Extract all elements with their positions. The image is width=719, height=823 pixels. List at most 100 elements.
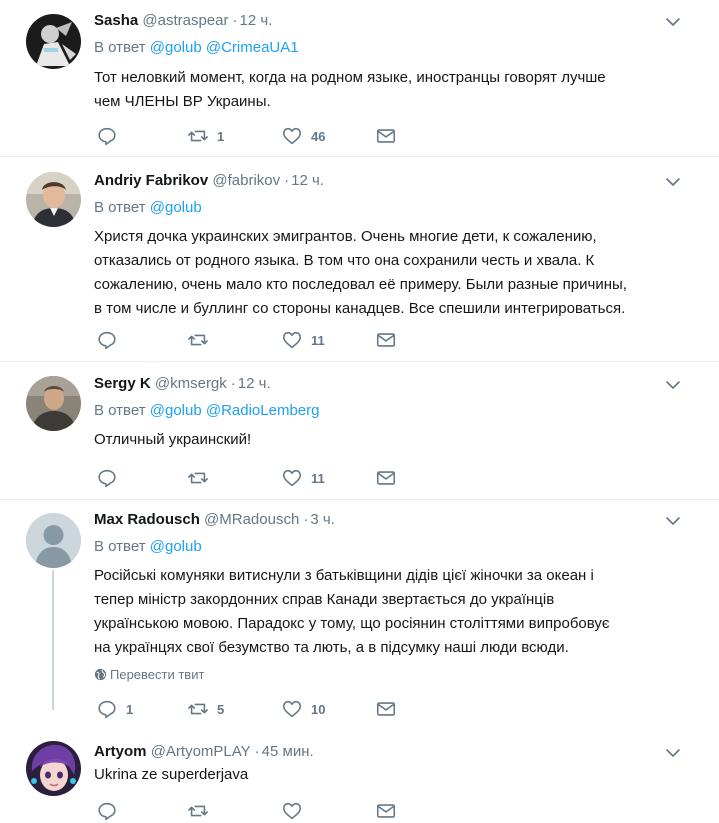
like-count: 11 bbox=[311, 332, 325, 348]
separator-dot: · bbox=[284, 172, 290, 189]
retweet-icon bbox=[188, 703, 208, 715]
mention-link[interactable]: @CrimeaUA1 bbox=[206, 39, 299, 56]
like-button[interactable]: 10 bbox=[281, 697, 325, 721]
separator-dot: · bbox=[230, 375, 236, 392]
separator-dot: · bbox=[232, 12, 238, 29]
tweet-actions bbox=[94, 799, 434, 823]
tweet-artyom[interactable]: Artyom @ArtyomPLAY · 45 мин. Ukrina ze sup… bbox=[0, 735, 719, 821]
avatar[interactable] bbox=[26, 741, 81, 796]
reply-icon bbox=[98, 331, 116, 350]
tweet-text-line: Російські комуняки витиснули з батьківщи… bbox=[94, 567, 594, 584]
tweet-text-line: українською мовою. Парадокс у тому, що р… bbox=[94, 615, 610, 632]
tweet-text-line: Тот неловкий момент, когда на родном язы… bbox=[94, 69, 606, 86]
mention-link[interactable]: @golub bbox=[150, 538, 202, 555]
reply-button[interactable]: 1 bbox=[96, 697, 133, 721]
retweet-button[interactable]: 1 bbox=[187, 124, 224, 148]
reply-button[interactable] bbox=[96, 124, 126, 148]
author-name[interactable]: Sasha bbox=[94, 12, 138, 29]
heart-icon bbox=[282, 469, 302, 487]
translate-label: Перевести твит bbox=[110, 667, 205, 682]
direct-message-button[interactable] bbox=[375, 697, 397, 721]
direct-message-button[interactable] bbox=[375, 466, 397, 490]
author-name[interactable]: Max Radousch bbox=[94, 511, 200, 528]
avatar[interactable] bbox=[26, 14, 81, 69]
like-button[interactable]: 46 bbox=[281, 124, 325, 148]
mention-link[interactable]: @golub bbox=[150, 402, 202, 419]
like-count: 46 bbox=[311, 128, 326, 144]
direct-message-button[interactable] bbox=[375, 124, 397, 148]
chevron-down-icon[interactable] bbox=[665, 174, 681, 190]
reply-icon bbox=[98, 700, 116, 719]
thread-connector bbox=[52, 570, 54, 710]
mention-link[interactable]: @RadioLemberg bbox=[206, 402, 320, 419]
envelope-icon bbox=[376, 333, 396, 347]
like-button[interactable]: 11 bbox=[281, 328, 325, 352]
tweet-header: Sasha @astraspear · 12 ч. bbox=[94, 11, 272, 31]
tweet-time[interactable]: 3 ч. bbox=[310, 511, 335, 528]
tweet-time[interactable]: 12 ч. bbox=[239, 12, 272, 29]
reply-icon bbox=[98, 127, 116, 146]
tweet-sasha[interactable]: Sasha @astraspear · 12 ч. В ответ @golub @… bbox=[0, 0, 719, 157]
like-button[interactable]: 11 bbox=[281, 466, 325, 490]
tweet-max-radousch[interactable]: Max Radousch @MRadousch · 3 ч. В ответ @go… bbox=[0, 500, 719, 735]
reply-count: 1 bbox=[126, 701, 134, 717]
tweet-time[interactable]: 12 ч. bbox=[291, 172, 324, 189]
chevron-down-icon[interactable] bbox=[665, 377, 681, 393]
tweet-andriy-fabrikov[interactable]: Andriy Fabrikov @fabrikov · 12 ч. В ответ … bbox=[0, 157, 719, 362]
tweet-text: Російські комуняки витиснули з батьківщи… bbox=[94, 564, 694, 660]
retweet-button[interactable] bbox=[187, 328, 217, 352]
author-name[interactable]: Artyom bbox=[94, 743, 147, 760]
tweet-header: Artyom @ArtyomPLAY · 45 мин. bbox=[94, 742, 314, 762]
tweet-sergy-k[interactable]: Sergy K @kmsergk · 12 ч. В ответ @golub @R… bbox=[0, 362, 719, 500]
tweet-time[interactable]: 45 мин. bbox=[262, 743, 314, 760]
retweet-button[interactable] bbox=[187, 466, 217, 490]
tweet-text-line: на українцях свої безумство та лють, а в… bbox=[94, 639, 569, 656]
chevron-down-icon[interactable] bbox=[665, 14, 681, 30]
author-handle[interactable]: @astraspear bbox=[142, 12, 228, 29]
retweet-button[interactable]: 5 bbox=[187, 697, 224, 721]
tweet-actions: 1 46 bbox=[94, 124, 434, 148]
reply-prefix: В ответ bbox=[94, 39, 146, 56]
tweet-text-line: чем ЧЛЕНЫ ВР Украины. bbox=[94, 93, 271, 110]
separator-dot: · bbox=[254, 743, 260, 760]
author-name[interactable]: Sergy K bbox=[94, 375, 151, 392]
author-handle[interactable]: @kmsergk bbox=[155, 375, 227, 392]
envelope-icon bbox=[376, 129, 396, 143]
mention-link[interactable]: @golub bbox=[150, 199, 202, 216]
heart-icon bbox=[282, 331, 302, 349]
like-count: 11 bbox=[311, 470, 325, 486]
envelope-icon bbox=[376, 471, 396, 485]
retweet-icon bbox=[188, 805, 208, 817]
tweet-actions: 11 bbox=[94, 466, 434, 490]
chevron-down-icon[interactable] bbox=[665, 745, 681, 761]
reply-context: В ответ @golub @CrimeaUA1 bbox=[94, 38, 299, 58]
direct-message-button[interactable] bbox=[375, 328, 397, 352]
chevron-down-icon[interactable] bbox=[665, 513, 681, 529]
tweet-text: Ukrina ze superderjava bbox=[94, 763, 694, 787]
tweet-text-line: в том числе и буллинг со стороны канадце… bbox=[94, 300, 626, 317]
heart-icon bbox=[282, 700, 302, 718]
tweet-header: Max Radousch @MRadousch · 3 ч. bbox=[94, 510, 335, 530]
reply-button[interactable] bbox=[96, 466, 126, 490]
avatar[interactable] bbox=[26, 513, 81, 568]
tweet-header: Sergy K @kmsergk · 12 ч. bbox=[94, 374, 271, 394]
tweet-header: Andriy Fabrikov @fabrikov · 12 ч. bbox=[94, 171, 324, 191]
tweet-text: Христя дочка украинских эмигрантов. Очен… bbox=[94, 225, 694, 321]
tweet-time[interactable]: 12 ч. bbox=[238, 375, 271, 392]
retweet-count: 5 bbox=[217, 701, 225, 717]
author-name[interactable]: Andriy Fabrikov bbox=[94, 172, 208, 189]
reply-context: В ответ @golub @RadioLemberg bbox=[94, 401, 319, 421]
author-handle[interactable]: @fabrikov bbox=[212, 172, 280, 189]
like-button[interactable] bbox=[281, 799, 311, 823]
author-handle[interactable]: @ArtyomPLAY bbox=[151, 743, 251, 760]
avatar[interactable] bbox=[26, 376, 81, 431]
tweet-text-line: отказались от родного языка. В том что о… bbox=[94, 252, 595, 269]
retweet-button[interactable] bbox=[187, 799, 217, 823]
direct-message-button[interactable] bbox=[375, 799, 397, 823]
author-handle[interactable]: @MRadousch bbox=[204, 511, 299, 528]
reply-button[interactable] bbox=[96, 799, 126, 823]
avatar[interactable] bbox=[26, 172, 81, 227]
reply-button[interactable] bbox=[96, 328, 126, 352]
mention-link[interactable]: @golub bbox=[150, 39, 202, 56]
translate-tweet-link[interactable]: Перевести твит bbox=[94, 666, 204, 684]
